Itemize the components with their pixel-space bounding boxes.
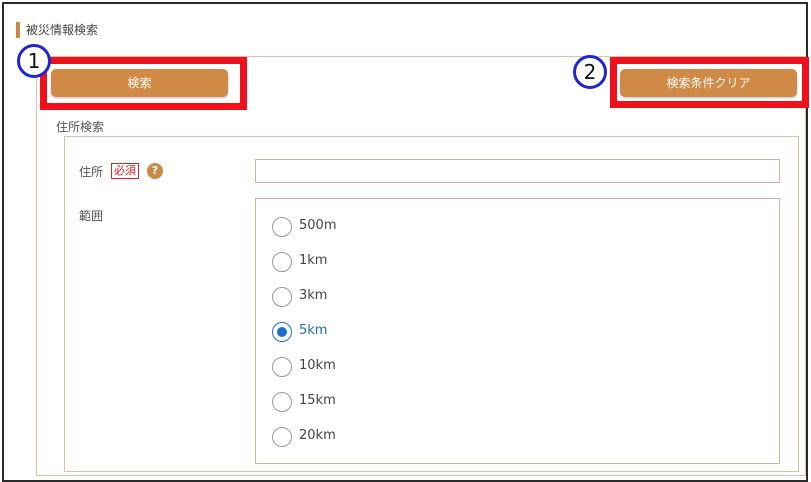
range-radio-group: [255, 198, 780, 464]
required-badge: 必須: [111, 163, 139, 179]
radio-option-label: 500m: [299, 218, 337, 233]
radio-option-label: 5km: [299, 323, 328, 338]
callout-marker-1: 1: [17, 44, 51, 78]
radio-option-label: 10km: [299, 358, 336, 373]
callout-marker-2: 2: [573, 55, 607, 89]
question-circle-icon[interactable]: ?: [147, 163, 163, 179]
radio-button[interactable]: [272, 427, 292, 447]
radio-option-label: 20km: [299, 428, 336, 443]
highlight-box-2: [610, 57, 809, 108]
radio-button[interactable]: [272, 357, 292, 377]
address-label: 住所: [79, 165, 104, 179]
radio-button[interactable]: [272, 217, 292, 237]
address-input[interactable]: [255, 159, 780, 183]
page-title: 被災情報検索: [16, 22, 98, 38]
address-search-section-label: 住所検索: [56, 120, 105, 134]
radio-option-label: 1km: [299, 253, 328, 268]
radio-option-label: 15km: [299, 393, 336, 408]
radio-button[interactable]: [272, 322, 292, 342]
range-label: 範囲: [79, 209, 104, 223]
radio-button[interactable]: [272, 252, 292, 272]
radio-button[interactable]: [272, 287, 292, 307]
highlight-box-1: [40, 57, 247, 110]
radio-option-label: 3km: [299, 288, 328, 303]
radio-button[interactable]: [272, 392, 292, 412]
